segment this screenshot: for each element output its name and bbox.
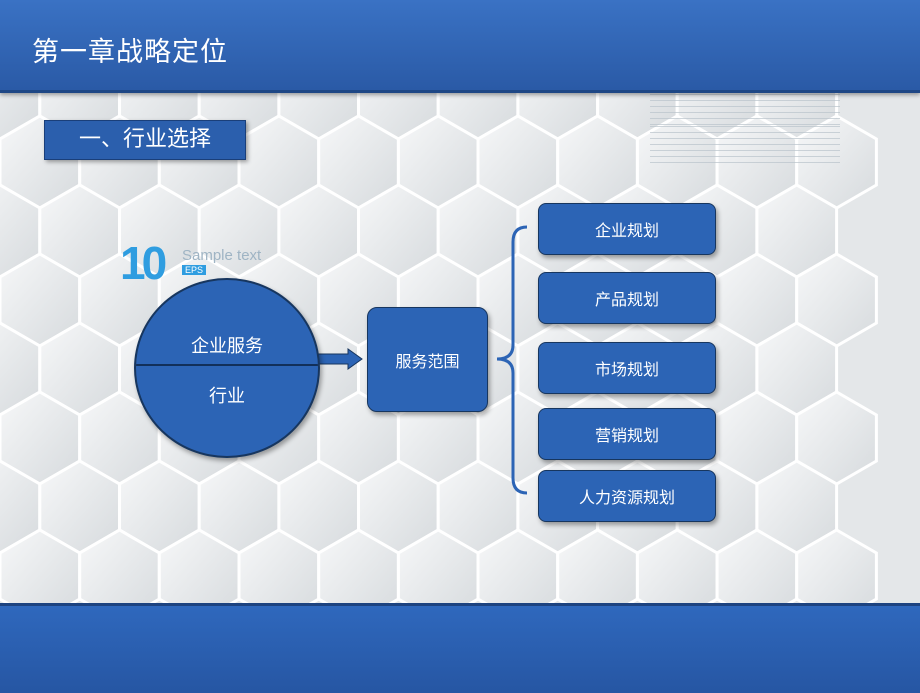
industry-circle: 企业服务 行业: [134, 278, 320, 458]
circle-top-label: 企业服务: [191, 336, 263, 357]
service-scope-box: 服务范围: [367, 307, 488, 412]
slide-title: 第一章战略定位: [32, 37, 228, 68]
logo-eps: EPS: [182, 265, 207, 275]
item-market-planning: 市场规划: [538, 342, 716, 394]
logo-sample-text: Sample text: [182, 247, 262, 264]
item-marketing-planning: 营销规划: [538, 408, 716, 460]
logo-number: 10: [120, 237, 167, 289]
decorative-fine-print: [650, 94, 840, 126]
circle-divider: [136, 364, 318, 366]
slide-header: 第一章战略定位: [0, 0, 920, 93]
sample-logo: 10 Sample text EPS: [120, 236, 261, 290]
item-product-planning: 产品规划: [538, 272, 716, 324]
decorative-fine-print-2: [650, 126, 840, 164]
slide-footer: [0, 603, 920, 693]
circle-bottom-label: 行业: [209, 386, 245, 407]
section-title: 一、行业选择: [44, 120, 246, 160]
item-hr-planning: 人力资源规划: [538, 470, 716, 522]
item-enterprise-planning: 企业规划: [538, 203, 716, 255]
